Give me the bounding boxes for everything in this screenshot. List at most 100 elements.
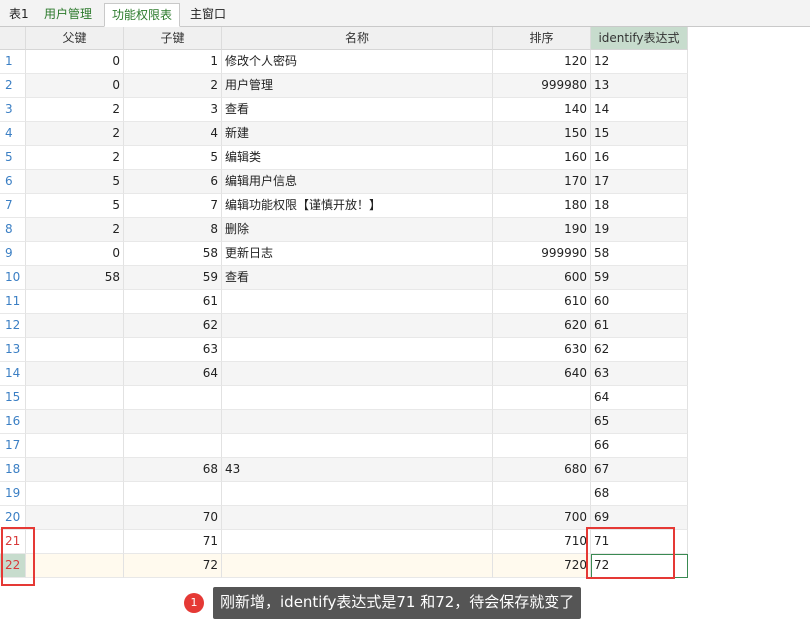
- sort-cell[interactable]: 600: [493, 266, 591, 290]
- identify-cell[interactable]: 13: [591, 74, 688, 98]
- sort-cell[interactable]: 720: [493, 554, 591, 578]
- sort-cell[interactable]: 999990: [493, 242, 591, 266]
- name-cell[interactable]: [222, 506, 493, 530]
- sort-cell[interactable]: 140: [493, 98, 591, 122]
- name-cell[interactable]: 编辑用户信息: [222, 170, 493, 194]
- child-key-cell[interactable]: 58: [124, 242, 222, 266]
- header-rownum[interactable]: [0, 27, 26, 50]
- name-cell[interactable]: 新建: [222, 122, 493, 146]
- sort-cell[interactable]: [493, 386, 591, 410]
- name-cell[interactable]: 查看: [222, 98, 493, 122]
- child-key-cell[interactable]: 7: [124, 194, 222, 218]
- child-key-cell[interactable]: 5: [124, 146, 222, 170]
- identify-cell[interactable]: 62: [591, 338, 688, 362]
- name-cell[interactable]: [222, 482, 493, 506]
- identify-cell[interactable]: 17: [591, 170, 688, 194]
- name-cell[interactable]: [222, 434, 493, 458]
- identify-cell[interactable]: 60: [591, 290, 688, 314]
- tab-main-window[interactable]: 主窗口: [183, 3, 233, 27]
- sort-cell[interactable]: [493, 482, 591, 506]
- child-key-cell[interactable]: 64: [124, 362, 222, 386]
- parent-key-cell[interactable]: [26, 506, 124, 530]
- identify-cell[interactable]: 19: [591, 218, 688, 242]
- parent-key-cell[interactable]: [26, 482, 124, 506]
- identify-cell[interactable]: 65: [591, 410, 688, 434]
- identify-cell[interactable]: 16: [591, 146, 688, 170]
- parent-key-cell[interactable]: 2: [26, 122, 124, 146]
- identify-cell[interactable]: 58: [591, 242, 688, 266]
- name-cell[interactable]: 查看: [222, 266, 493, 290]
- sort-cell[interactable]: [493, 434, 591, 458]
- child-key-cell[interactable]: 59: [124, 266, 222, 290]
- child-key-cell[interactable]: [124, 482, 222, 506]
- parent-key-cell[interactable]: [26, 290, 124, 314]
- header-parent-key[interactable]: 父键: [26, 27, 124, 50]
- parent-key-cell[interactable]: 0: [26, 50, 124, 74]
- name-cell[interactable]: 43: [222, 458, 493, 482]
- identify-cell[interactable]: 59: [591, 266, 688, 290]
- identify-cell[interactable]: 15: [591, 122, 688, 146]
- identify-cell[interactable]: 18: [591, 194, 688, 218]
- sort-cell[interactable]: 620: [493, 314, 591, 338]
- sort-cell[interactable]: 180: [493, 194, 591, 218]
- child-key-cell[interactable]: 68: [124, 458, 222, 482]
- header-name[interactable]: 名称: [222, 27, 493, 50]
- identify-cell[interactable]: 61: [591, 314, 688, 338]
- sort-cell[interactable]: 999980: [493, 74, 591, 98]
- sort-cell[interactable]: 170: [493, 170, 591, 194]
- name-cell[interactable]: [222, 314, 493, 338]
- identify-cell[interactable]: 12: [591, 50, 688, 74]
- parent-key-cell[interactable]: [26, 362, 124, 386]
- child-key-cell[interactable]: 4: [124, 122, 222, 146]
- child-key-cell[interactable]: 8: [124, 218, 222, 242]
- parent-key-cell[interactable]: 2: [26, 146, 124, 170]
- name-cell[interactable]: 修改个人密码: [222, 50, 493, 74]
- sort-cell[interactable]: 150: [493, 122, 591, 146]
- name-cell[interactable]: 用户管理: [222, 74, 493, 98]
- parent-key-cell[interactable]: 2: [26, 98, 124, 122]
- header-sort[interactable]: 排序: [493, 27, 591, 50]
- sort-cell[interactable]: 160: [493, 146, 591, 170]
- header-identify[interactable]: identify表达式: [591, 27, 688, 50]
- sort-cell[interactable]: 710: [493, 530, 591, 554]
- name-cell[interactable]: 删除: [222, 218, 493, 242]
- sort-cell[interactable]: 700: [493, 506, 591, 530]
- child-key-cell[interactable]: [124, 386, 222, 410]
- child-key-cell[interactable]: 62: [124, 314, 222, 338]
- name-cell[interactable]: 编辑类: [222, 146, 493, 170]
- child-key-cell[interactable]: 2: [124, 74, 222, 98]
- sort-cell[interactable]: 640: [493, 362, 591, 386]
- sort-cell[interactable]: 630: [493, 338, 591, 362]
- identify-cell[interactable]: 67: [591, 458, 688, 482]
- parent-key-cell[interactable]: 58: [26, 266, 124, 290]
- child-key-cell[interactable]: 3: [124, 98, 222, 122]
- sort-cell[interactable]: 610: [493, 290, 591, 314]
- sort-cell[interactable]: 190: [493, 218, 591, 242]
- parent-key-cell[interactable]: 0: [26, 74, 124, 98]
- name-cell[interactable]: [222, 338, 493, 362]
- name-cell[interactable]: [222, 410, 493, 434]
- identify-cell[interactable]: 14: [591, 98, 688, 122]
- parent-key-cell[interactable]: [26, 530, 124, 554]
- name-cell[interactable]: [222, 290, 493, 314]
- identify-cell[interactable]: 63: [591, 362, 688, 386]
- child-key-cell[interactable]: 71: [124, 530, 222, 554]
- identify-cell[interactable]: 66: [591, 434, 688, 458]
- sort-cell[interactable]: [493, 410, 591, 434]
- child-key-cell[interactable]: 72: [124, 554, 222, 578]
- name-cell[interactable]: [222, 362, 493, 386]
- parent-key-cell[interactable]: [26, 386, 124, 410]
- parent-key-cell[interactable]: 5: [26, 170, 124, 194]
- tab-user-management[interactable]: 用户管理: [37, 3, 99, 27]
- parent-key-cell[interactable]: 0: [26, 242, 124, 266]
- child-key-cell[interactable]: 61: [124, 290, 222, 314]
- child-key-cell[interactable]: 6: [124, 170, 222, 194]
- child-key-cell[interactable]: 70: [124, 506, 222, 530]
- identify-cell[interactable]: 64: [591, 386, 688, 410]
- identify-cell[interactable]: 68: [591, 482, 688, 506]
- sort-cell[interactable]: 680: [493, 458, 591, 482]
- name-cell[interactable]: 编辑功能权限【谨慎开放！】: [222, 194, 493, 218]
- parent-key-cell[interactable]: 5: [26, 194, 124, 218]
- tab-permissions-table[interactable]: 功能权限表: [104, 3, 181, 27]
- name-cell[interactable]: [222, 530, 493, 554]
